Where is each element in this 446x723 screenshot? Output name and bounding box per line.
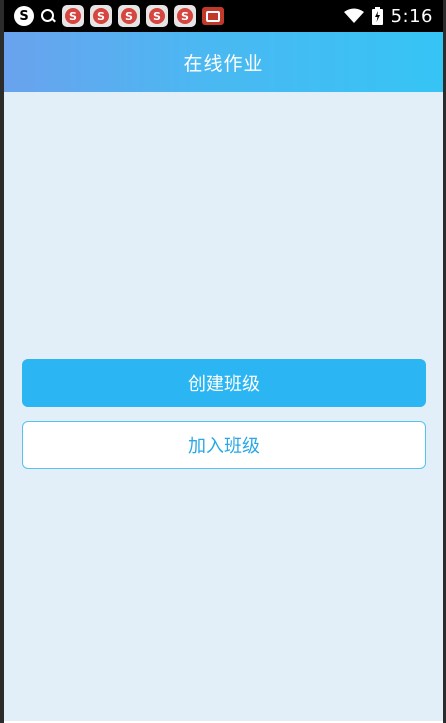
app-s-glyph: S [93,8,109,24]
join-class-button[interactable]: 加入班级 [22,421,426,469]
app-s-glyph: S [121,8,137,24]
sogou-icon: S [14,6,34,26]
search-icon [40,8,56,24]
notification-icons: S S S S S S [4,5,224,27]
battery-icon [371,7,383,25]
create-class-label: 创建班级 [188,374,260,395]
app-screen: S S S S S S 5:16 在线作业 创建班级 加入班级 [0,0,446,723]
app-header: 在线作业 [4,32,443,92]
clock: 5:16 [390,5,433,27]
app-s-icon: S [62,5,84,27]
system-icons: 5:16 [343,5,443,27]
app-s-glyph: S [149,8,165,24]
create-class-button[interactable]: 创建班级 [22,359,426,407]
app-red-icon [202,7,224,25]
join-class-label: 加入班级 [188,436,260,457]
app-s-icon: S [146,5,168,27]
app-s-glyph: S [65,8,81,24]
app-s-icon: S [118,5,140,27]
app-s-icon: S [90,5,112,27]
app-s-icon: S [174,5,196,27]
status-bar: S S S S S S 5:16 [4,0,443,32]
page-title: 在线作业 [183,52,264,75]
left-bezel [0,0,4,723]
sogou-glyph: S [19,8,29,24]
wifi-icon [343,8,364,23]
app-s-glyph: S [177,8,193,24]
